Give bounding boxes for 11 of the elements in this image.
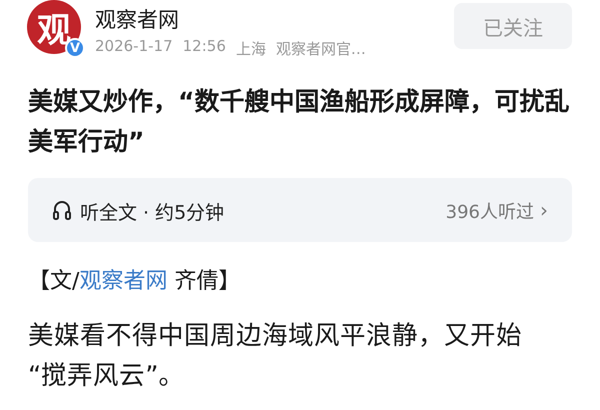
headphones-icon — [52, 199, 72, 221]
post-time: 12:56 — [182, 36, 226, 56]
headline: 美媒又炒作，“数千艘中国渔船形成屏障，可扰乱美军行动” — [28, 86, 570, 158]
post-location: 上海 — [236, 38, 266, 58]
post-date: 2026-1-17 — [95, 36, 173, 56]
author-name[interactable]: 观察者网 — [95, 2, 454, 32]
body-paragraph: 美媒看不得中国周边海域风平浪静，又开始“搅弄风云”。 — [28, 320, 523, 393]
byline: 【文/观察者网 齐倩】 — [28, 268, 242, 294]
listen-bar[interactable]: 听全文 · 约5分钟 396人听过 › — [28, 178, 572, 242]
source-link[interactable]: 观察者网 — [79, 269, 168, 294]
author-description: 观察者网官… — [276, 38, 366, 58]
